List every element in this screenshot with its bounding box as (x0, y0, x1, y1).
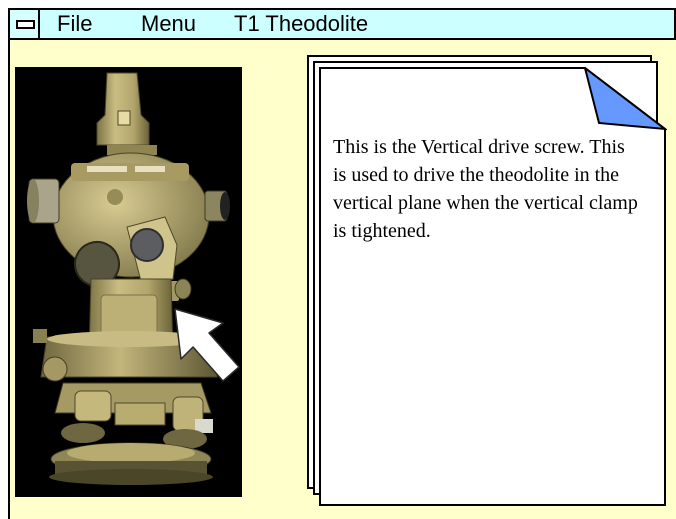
menu-menu[interactable]: Menu (141, 12, 196, 36)
title-bar: File Menu T1 Theodolite (10, 10, 676, 40)
minus-icon (16, 20, 35, 29)
window-title: T1 Theodolite (234, 11, 369, 36)
description-text: This is the Vertical drive screw. This i… (333, 136, 638, 242)
theodolite-illustration (27, 72, 240, 485)
menu-file[interactable]: File (57, 12, 92, 36)
theodolite-photo (15, 67, 242, 497)
system-menu-button[interactable] (10, 10, 40, 38)
